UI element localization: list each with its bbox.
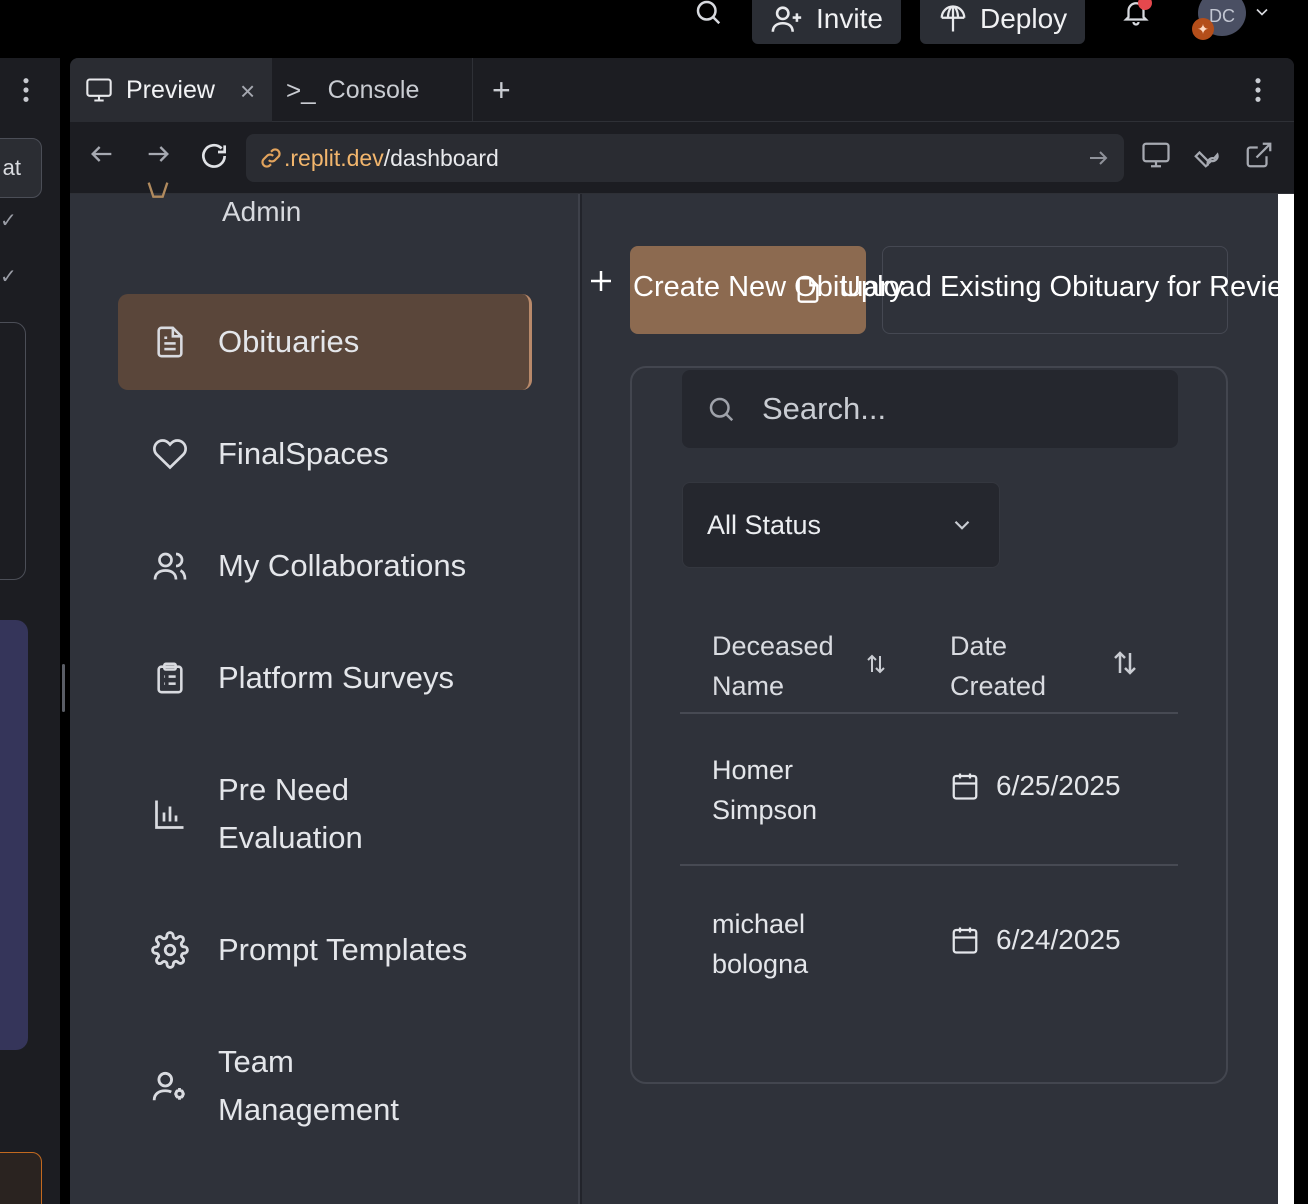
kebab-menu-icon[interactable] [18,76,34,109]
gear-icon [150,930,190,970]
chat-message-card [0,322,26,580]
chat-input-card[interactable] [0,1152,42,1204]
deceased-name-cell: Homer Simpson [712,755,818,825]
search-icon[interactable] [690,0,726,32]
sidebar-item-label: FinalSpaces [218,436,389,471]
close-icon[interactable]: × [240,76,255,107]
monitor-icon [86,78,112,102]
reload-icon[interactable] [198,140,230,177]
date-created-cell: 6/25/2025 [950,770,1121,802]
table-header-divider [680,712,1178,714]
sidebar-item-team-management[interactable]: Team Management [118,1038,478,1134]
terminal-icon: >_ [286,74,316,105]
sort-icon[interactable] [1110,648,1140,683]
main-content: Create New Obituary Upload Existing Obit… [582,194,1278,1204]
url-path: /dashboard [383,144,499,171]
link-icon [261,148,281,168]
device-monitor-icon[interactable] [1140,140,1172,175]
date-created-cell: 6/24/2025 [950,924,1121,956]
user-plus-icon [771,6,802,32]
tab-label: Console [327,75,420,104]
search-field[interactable] [682,370,1178,448]
sidebar-item-label: Prompt Templates [218,932,468,967]
upload-existing-obituary-label: Upload Existing Obituary for Review [840,271,1278,303]
tab-label: Preview [126,75,215,104]
file-text-icon [150,322,190,362]
plus-icon [586,266,616,301]
status-filter-value: All Status [707,509,822,540]
tab-divider [472,58,473,122]
search-icon [709,397,734,422]
sidebar-item-label: Platform Surveys [218,660,455,695]
heart-icon [150,434,190,474]
bar-chart-icon [150,794,190,834]
tab-bar: Preview × >_ Console + [70,58,1294,122]
table-row-divider [680,864,1178,866]
sidebar-item-label: My Collaborations [218,548,467,583]
file-upload-icon [794,274,822,311]
sidebar-item-obituaries[interactable]: Obituaries [118,294,532,390]
sort-icon[interactable] [864,652,888,681]
users-icon [150,546,190,586]
invite-label: Invite [816,3,883,34]
calendar-icon [952,927,978,954]
pane-resize-handle[interactable] [62,664,65,712]
invite-button[interactable]: Invite [752,0,901,44]
forward-arrow-icon[interactable] [144,140,172,173]
sidebar-item-platform-surveys[interactable]: Platform Surveys [118,654,532,702]
sidebar-item-label: Team Management [218,1044,399,1127]
sidebar-item-my-collaborations[interactable]: My Collaborations [118,542,532,590]
url-host: .replit.dev [284,144,384,171]
clipboard-list-icon [150,658,190,698]
back-arrow-icon[interactable] [88,140,116,173]
sidebar-item-prompt-templates[interactable]: Prompt Templates [118,926,532,974]
preview-pane: Preview × >_ Console + .replit.dev/dashb… [70,58,1294,1204]
chat-button[interactable]: at [0,138,42,198]
sidebar-item-finalspaces[interactable]: FinalSpaces [118,430,532,478]
sidebar-item-pre-need-evaluation[interactable]: Pre Need Evaluation [118,766,478,862]
url-bar: .replit.dev/dashboard [70,122,1294,194]
chevron-down-icon[interactable] [1250,0,1274,24]
go-arrow-icon[interactable] [1086,146,1110,176]
sidebar: Admin Obituaries FinalSpaces My Collabor… [70,182,580,1204]
calendar-icon [952,773,978,800]
url-input[interactable]: .replit.dev/dashboard [246,134,1124,182]
column-header-deceased-name[interactable]: Deceased Name [712,626,862,706]
sidebar-item-admin[interactable]: Admin [222,196,301,228]
sidebar-item-label: Obituaries [218,324,360,359]
sidebar-item-label: Pre Need Evaluation [218,772,363,855]
status-filter-select[interactable]: All Status [682,482,1000,568]
external-link-icon[interactable] [1244,140,1274,175]
deceased-name-cell: michael bologna [712,909,809,979]
chevron-down-icon [954,520,970,530]
chat-highlight-card [0,620,28,1050]
column-header-date-created[interactable]: Date Created [950,626,1070,706]
search-input[interactable] [762,391,1142,427]
wrench-icon[interactable] [1192,140,1222,175]
admin-shield-icon [142,178,174,211]
tab-console[interactable]: >_ Console [272,58,472,122]
preview-scrollbar-edge[interactable] [1278,194,1294,1204]
avatar-badge-icon: ✦ [1192,18,1214,40]
kebab-menu-icon[interactable] [1250,76,1266,109]
chat-pane: at ✓ ✓ [0,58,60,1204]
deploy-button[interactable]: Deploy [920,0,1086,44]
deploy-globe-icon [940,5,966,32]
obituaries-card: All Status Deceased Name Date Created Ho… [630,366,1228,1084]
top-bar: Invite Deploy DC ✦ [0,0,1308,58]
user-cog-icon [150,1066,190,1106]
new-tab-plus-icon[interactable]: + [492,72,511,109]
deploy-label: Deploy [980,3,1068,34]
app-viewport: Admin Obituaries FinalSpaces My Collabor… [70,182,1278,1204]
checkmark-icon: ✓ [0,210,17,232]
checkmark-icon: ✓ [0,266,17,288]
